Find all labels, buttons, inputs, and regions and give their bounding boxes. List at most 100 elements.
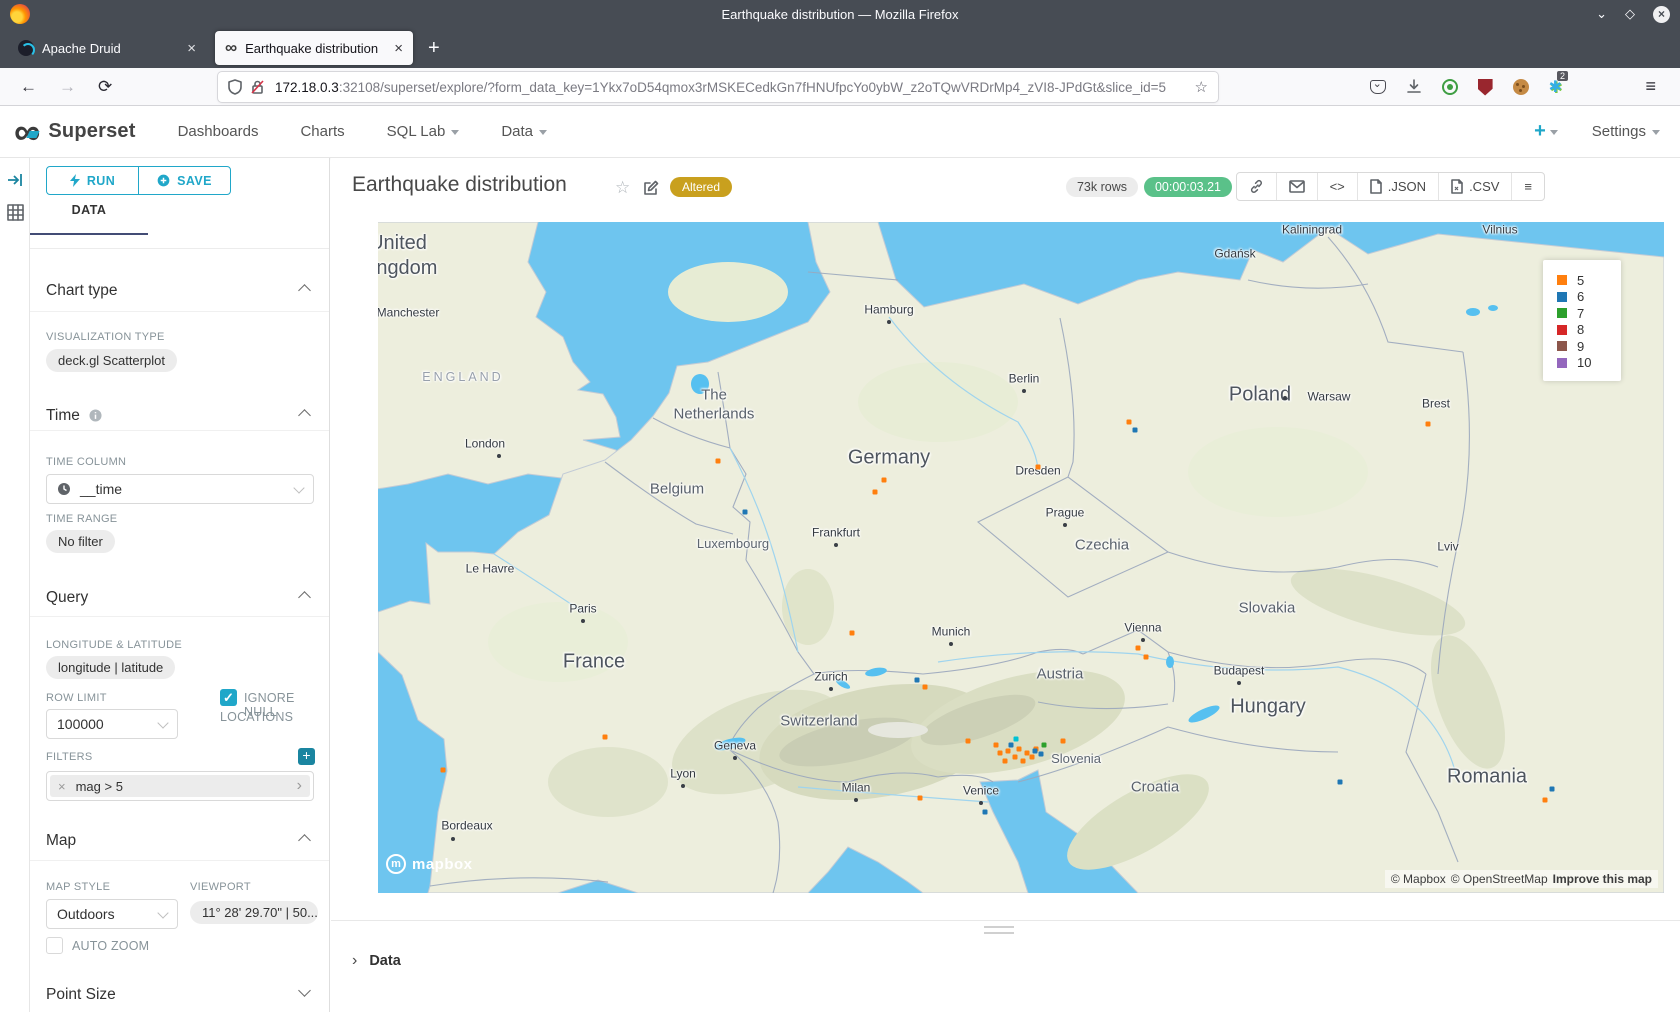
chevron-up-icon[interactable] [298,409,311,422]
add-filter-button[interactable]: + [298,748,315,765]
scatter-point[interactable] [998,751,1003,756]
scatter-point[interactable] [1017,747,1022,752]
scatter-point[interactable] [1136,646,1141,651]
scatter-point[interactable] [1061,739,1066,744]
scatter-point[interactable] [873,490,878,495]
scatter-point[interactable] [1030,755,1035,760]
settings-menu[interactable]: Settings [1592,123,1660,140]
scatter-point[interactable] [966,739,971,744]
nav-data[interactable]: Data [501,123,547,140]
export-json-button[interactable]: .JSON [1357,173,1438,200]
downloads-icon[interactable] [1406,79,1422,95]
row-limit-select[interactable]: 100000 [46,709,178,739]
scatter-point[interactable] [441,768,446,773]
nav-charts[interactable]: Charts [300,123,344,140]
reload-button[interactable]: ⟳ [98,77,112,97]
copy-link-button[interactable] [1237,173,1276,200]
run-button[interactable]: RUN [47,167,138,194]
section-map[interactable]: Map [46,832,76,850]
export-csv-button[interactable]: .CSV [1438,173,1511,200]
bookmark-star-icon[interactable]: ☆ [1195,78,1208,96]
scatter-point[interactable] [1543,798,1548,803]
ignore-null-checkbox[interactable]: ✓ [220,689,237,706]
chevron-up-icon[interactable] [298,591,311,604]
time-column-select[interactable]: __time [46,474,314,504]
save-button[interactable]: SAVE [138,167,230,194]
scatter-point[interactable] [1009,743,1014,748]
section-chart-type[interactable]: Chart type [46,282,118,300]
scatter-point[interactable] [1039,752,1044,757]
new-tab-button[interactable]: + [428,37,440,60]
insecure-lock-icon[interactable] [250,79,265,95]
favorite-star-icon[interactable]: ☆ [615,178,630,198]
scatter-point[interactable] [1426,422,1431,427]
browser-tab-earthquake-distribution[interactable]: ∞ Earthquake distribution × [215,31,413,65]
window-close-button[interactable]: × [1653,6,1670,23]
scatter-point[interactable] [743,510,748,515]
improve-map-link[interactable]: Improve this map [1553,872,1652,886]
scatter-point[interactable] [1033,749,1038,754]
mapbox-logo[interactable]: m mapbox [386,854,473,874]
cookie-extension-icon[interactable] [1513,79,1529,95]
view-query-button[interactable]: <> [1317,173,1357,200]
extension-green-icon[interactable] [1442,79,1458,95]
scatter-point[interactable] [1127,420,1132,425]
edit-title-icon[interactable] [643,180,659,201]
mapbox-attribution-link[interactable]: © Mapbox [1391,872,1446,886]
collapse-panel-icon[interactable] [7,172,25,188]
ublock-shield-icon[interactable] [1478,79,1493,96]
pocket-icon[interactable] [1370,80,1386,94]
scatter-point[interactable] [1003,759,1008,764]
scatter-point[interactable] [918,796,923,801]
osm-attribution-link[interactable]: © OpenStreetMap [1451,872,1548,886]
scatter-point[interactable] [850,631,855,636]
scatter-point[interactable] [603,735,608,740]
tab-data[interactable]: DATA [30,203,148,235]
section-query[interactable]: Query [46,589,88,607]
scatter-point[interactable] [1036,465,1041,470]
forward-button[interactable]: → [59,77,76,97]
nav-dashboards[interactable]: Dashboards [178,123,259,140]
scatter-point[interactable] [1014,737,1019,742]
scatter-point[interactable] [1338,780,1343,785]
lonlat-value[interactable]: longitude | latitude [46,656,175,679]
resize-handle[interactable] [984,926,1014,938]
dataset-grid-icon[interactable] [7,204,24,221]
scatter-point[interactable] [915,678,920,683]
browser-tab-apache-druid[interactable]: Apache Druid × [8,31,206,65]
section-point-size[interactable]: Point Size [46,986,116,1004]
time-range-value[interactable]: No filter [46,530,115,553]
scatter-point[interactable] [882,478,887,483]
scatter-point[interactable] [923,685,928,690]
scatter-point[interactable] [1133,428,1138,433]
data-panel-toggle[interactable]: › Data [352,952,401,970]
remove-filter-icon[interactable]: × [58,779,66,794]
section-time[interactable]: Time [46,407,102,425]
scatter-point[interactable] [716,459,721,464]
scatter-point[interactable] [983,810,988,815]
tab-close-icon[interactable]: × [187,40,196,57]
tracking-shield-icon[interactable] [228,79,242,95]
scatter-point[interactable] [1021,759,1026,764]
window-minimize-button[interactable]: ⌄ [1596,6,1607,22]
viz-type-value[interactable]: deck.gl Scatterplot [46,349,177,372]
chevron-down-icon[interactable] [298,984,311,997]
scatter-point[interactable] [1042,743,1047,748]
back-button[interactable]: ← [20,77,37,97]
chart-menu-button[interactable]: ≡ [1511,173,1544,200]
altered-badge[interactable]: Altered [670,177,732,197]
superset-brand[interactable]: ∞ Superset [14,117,136,147]
filter-chip[interactable]: × mag > 5 › [50,775,310,797]
window-maximize-button[interactable]: ◇ [1625,6,1635,22]
email-button[interactable] [1276,173,1317,200]
chevron-up-icon[interactable] [298,834,311,847]
url-bar[interactable]: 172.18.0.3:32108/superset/explore/?form_… [218,72,1218,102]
scatter-point[interactable] [1550,787,1555,792]
scatter-point[interactable] [1144,655,1149,660]
viewport-value[interactable]: 11° 28' 29.70" | 50... [190,901,318,924]
nav-sql-lab[interactable]: SQL Lab [387,123,460,140]
auto-zoom-checkbox[interactable] [46,937,63,954]
chevron-up-icon[interactable] [298,284,311,297]
firefox-menu-button[interactable]: ≡ [1645,76,1656,97]
scatter-point[interactable] [1013,755,1018,760]
